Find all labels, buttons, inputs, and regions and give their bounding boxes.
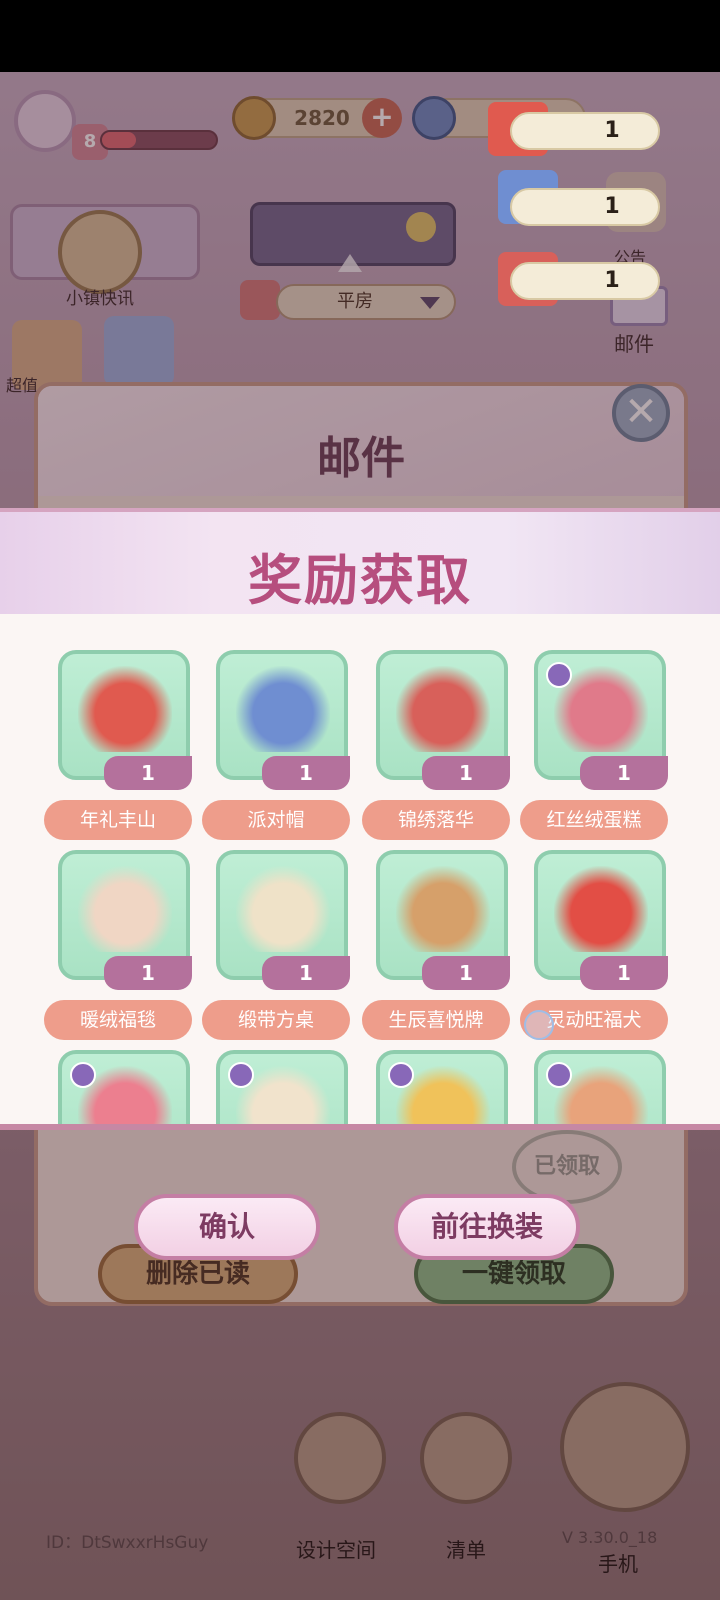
claimed-stamp: 已领取 — [512, 1130, 622, 1204]
reward-item-name: 派对帽 — [202, 800, 350, 840]
reward-item-art — [236, 666, 330, 752]
reward-item-name: 锦绣落华 — [362, 800, 510, 840]
version-text: V 3.30.0_18 — [562, 1528, 658, 1547]
reward-item-art — [396, 866, 490, 952]
user-id: ID：DtSwxxrHsGuy — [46, 1533, 209, 1553]
reward-chip: 1 — [510, 112, 660, 150]
chevron-down-icon[interactable] — [420, 297, 440, 309]
furniture-badge-icon — [546, 662, 572, 688]
town-news-label: 小镇快讯 — [66, 289, 134, 309]
list-label: 清单 — [446, 1538, 486, 1562]
reward-item-count: 1 — [262, 756, 350, 790]
reward-chip-count: 1 — [604, 194, 620, 219]
reward-item-art — [236, 866, 330, 952]
deal-box-icon[interactable] — [104, 316, 174, 386]
phone-label: 手机 — [598, 1552, 638, 1576]
dress-up-button[interactable]: 前往换装 — [394, 1194, 580, 1260]
reward-chip-count: 1 — [604, 118, 620, 143]
reward-banner: 奖励获取 — [0, 508, 720, 614]
reward-item-count: 1 — [580, 756, 668, 790]
coin-counter: 2820 + — [232, 96, 402, 140]
design-space-icon[interactable] — [294, 1412, 386, 1504]
list-icon[interactable] — [420, 1412, 512, 1504]
add-coins-button[interactable]: + — [362, 98, 402, 138]
reward-item-art — [554, 866, 648, 952]
reward-chip: 1 — [510, 262, 660, 300]
reward-panel[interactable]: 1 年礼丰山 1 派对帽 1 锦绣落华 1 红丝绒蛋糕 1 暖绒福毯 1 缎带方桌 1 生辰喜悦牌 1 灵动旺… — [0, 614, 720, 1130]
reward-item-count: 1 — [422, 956, 510, 990]
reward-item-count: 1 — [104, 756, 192, 790]
reward-chip-count: 1 — [604, 268, 620, 293]
reward-item-card — [216, 1050, 348, 1124]
coin-icon — [232, 96, 276, 140]
reward-item-art — [78, 866, 172, 952]
house-icon — [240, 280, 280, 320]
reward-item-name: 红丝绒蛋糕 — [520, 800, 668, 840]
status-bar — [0, 0, 720, 72]
reward-title: 奖励获取 — [248, 549, 472, 612]
reward-item-art — [396, 666, 490, 752]
reward-chip: 1 — [510, 188, 660, 226]
mail-side-label: 邮件 — [614, 332, 654, 356]
reward-item-art — [78, 666, 172, 752]
clock-icon — [58, 210, 142, 294]
furniture-badge-icon — [388, 1062, 414, 1088]
furniture-badge-icon — [546, 1062, 572, 1088]
reward-item-card — [376, 1050, 508, 1124]
furniture-badge-icon — [70, 1062, 96, 1088]
reward-item-name: 暖绒福毯 — [44, 1000, 192, 1040]
coin-value: 2820 — [294, 106, 350, 130]
house-label: 平房 — [337, 291, 373, 312]
deal-label: 超值 — [6, 376, 39, 395]
mail-title: 邮件 — [317, 433, 405, 484]
reward-item-card — [58, 1050, 190, 1124]
reward-item-count: 1 — [104, 956, 192, 990]
player-avatar[interactable] — [14, 90, 76, 152]
touch-indicator — [524, 1010, 554, 1040]
reward-item-count: 1 — [262, 956, 350, 990]
reward-item-name: 年礼丰山 — [44, 800, 192, 840]
design-space-label: 设计空间 — [296, 1538, 376, 1562]
moon-icon — [406, 212, 436, 242]
reward-item-card — [534, 1050, 666, 1124]
arrow-up-icon[interactable] — [338, 254, 362, 272]
furniture-badge-icon — [228, 1062, 254, 1088]
reward-item-name: 缎带方桌 — [202, 1000, 350, 1040]
reward-item-name: 生辰喜悦牌 — [362, 1000, 510, 1040]
reward-item-count: 1 — [422, 756, 510, 790]
reward-item-count: 1 — [580, 956, 668, 990]
close-icon[interactable]: ✕ — [612, 384, 670, 442]
phone-icon[interactable] — [560, 1382, 690, 1512]
xp-bar — [100, 130, 218, 150]
gem-icon — [412, 96, 456, 140]
confirm-button[interactable]: 确认 — [134, 1194, 320, 1260]
